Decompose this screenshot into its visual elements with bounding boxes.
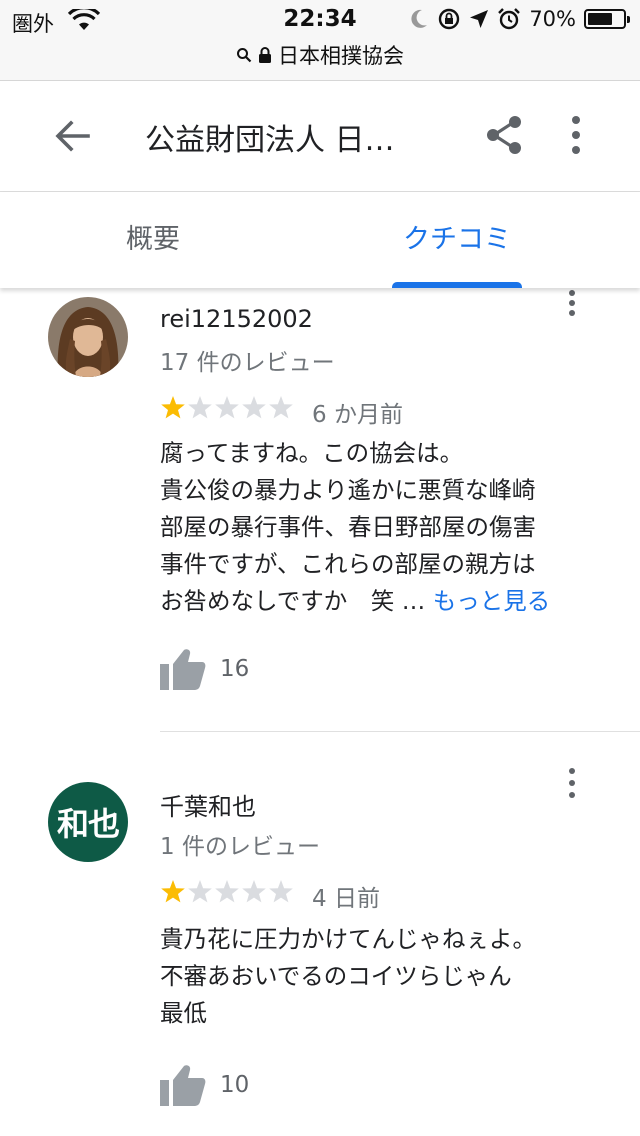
review-text-line: 貴乃花に圧力かけてんじゃねぇよ。: [160, 925, 536, 953]
tab-bar: 概要 クチコミ: [0, 192, 640, 288]
location-icon: [470, 10, 489, 28]
more-vert-icon[interactable]: [562, 114, 590, 156]
reviewer-name[interactable]: 千葉和也: [160, 787, 256, 822]
battery-percent: 70%: [529, 7, 576, 31]
star-empty-icon: [269, 880, 293, 903]
avatar[interactable]: [48, 297, 128, 377]
share-icon[interactable]: [484, 114, 526, 156]
star-rating: [160, 395, 294, 421]
search-icon: [237, 48, 252, 63]
tab-reviews[interactable]: クチコミ: [334, 192, 580, 288]
review-text-line: 不審あおいでるのコイツらじゃん: [160, 962, 512, 990]
star-filled-icon: [161, 396, 185, 419]
review-count: 17 件のレビュー: [160, 350, 335, 376]
arrow-back-icon[interactable]: [52, 116, 92, 156]
review-text-line: お咎めなしですか 笑 … もっと見る: [160, 583, 620, 620]
user-photo: [48, 297, 128, 377]
reviewer-name[interactable]: rei12152002: [160, 305, 313, 333]
review-item: 和也 千葉和也 1 件のレビュー 4 日前 貴乃花に圧力かけてんじゃねぇよ。 不…: [0, 768, 640, 1128]
review-text-last: お咎めなしですか 笑 …: [160, 587, 426, 615]
page-title: 公益財団法人 日…: [145, 123, 395, 158]
thumb-up-icon: [160, 1065, 206, 1106]
review-text: 腐ってますね。この協会は。 貴公俊の暴力より遙かに悪質な峰崎 部屋の暴行事件、春…: [160, 435, 620, 620]
status-bar: 圏外 22:34 70% 日本相撲協会: [0, 0, 640, 81]
app-bar: 公益財団法人 日…: [0, 81, 640, 192]
more-vert-icon[interactable]: [564, 768, 580, 802]
lock-icon: [259, 47, 271, 63]
star-empty-icon: [215, 880, 239, 903]
url-text: 日本相撲協会: [278, 44, 404, 68]
star-empty-icon: [269, 396, 293, 419]
star-empty-icon: [215, 396, 239, 419]
review-text: 貴乃花に圧力かけてんじゃねぇよ。 不審あおいでるのコイツらじゃん 最低: [160, 921, 620, 1032]
review-text-line: 最低: [160, 999, 207, 1027]
star-empty-icon: [242, 396, 266, 419]
more-vert-icon[interactable]: [564, 290, 580, 324]
like-count: 10: [220, 1072, 250, 1098]
status-indicators: 70%: [409, 7, 630, 31]
active-tab-indicator: [392, 282, 522, 288]
moon-icon: [411, 9, 428, 28]
review-count: 1 件のレビュー: [160, 834, 320, 860]
star-empty-icon: [242, 880, 266, 903]
alarm-icon: [498, 8, 521, 30]
review-text-line: 部屋の暴行事件、春日野部屋の傷害: [160, 513, 536, 541]
star-filled-icon: [161, 880, 185, 903]
review-text-line: 事件ですが、これらの部屋の親方は: [160, 550, 536, 578]
star-empty-icon: [188, 396, 212, 419]
rotation-lock-icon: [439, 8, 460, 30]
battery-icon: [584, 9, 630, 29]
like-button[interactable]: 16: [160, 648, 249, 690]
review-text-line: 貴公俊の暴力より遙かに悪質な峰崎: [160, 476, 536, 504]
url-bar[interactable]: 日本相撲協会: [0, 40, 640, 70]
star-rating: [160, 879, 294, 905]
read-more-link[interactable]: もっと見る: [433, 587, 551, 615]
review-time: 4 日前: [312, 886, 380, 912]
avatar[interactable]: 和也: [48, 782, 128, 862]
review-time: 6 か月前: [312, 402, 403, 428]
review-text-line: 腐ってますね。この協会は。: [160, 439, 464, 467]
like-count: 16: [220, 656, 250, 682]
star-empty-icon: [188, 880, 212, 903]
review-divider: [160, 731, 640, 732]
thumb-up-icon: [160, 649, 206, 690]
tab-overview[interactable]: 概要: [0, 192, 306, 288]
review-item: rei12152002 17 件のレビュー 6 か月前 腐ってますね。この協会は…: [0, 290, 640, 730]
like-button[interactable]: 10: [160, 1064, 249, 1106]
